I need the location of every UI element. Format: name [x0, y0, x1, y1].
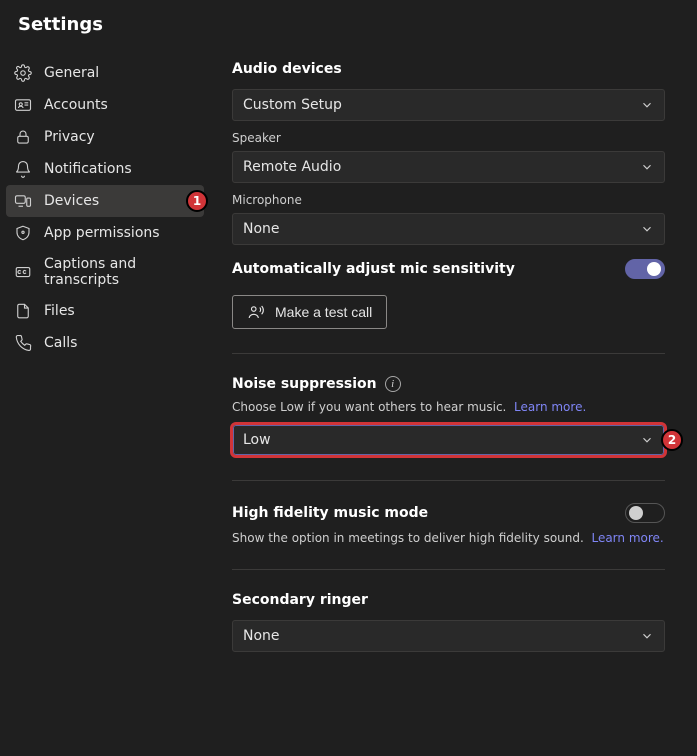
sidebar-item-calls[interactable]: Calls [6, 327, 204, 359]
sidebar-item-app-permissions[interactable]: App permissions [6, 217, 204, 249]
speaker-label: Speaker [232, 131, 665, 145]
page-title: Settings [0, 0, 697, 43]
captions-icon [14, 263, 32, 281]
info-icon[interactable]: i [385, 376, 401, 392]
speaker-select[interactable]: Remote Audio [232, 151, 665, 183]
microphone-label: Microphone [232, 193, 665, 207]
select-value: None [243, 221, 280, 237]
chevron-down-icon [640, 98, 654, 112]
sidebar-item-notifications[interactable]: Notifications [6, 153, 204, 185]
sidebar-item-label: Privacy [44, 129, 95, 145]
learn-more-link[interactable]: Learn more. [591, 531, 663, 545]
sidebar-item-label: Devices [44, 193, 99, 209]
divider [232, 569, 665, 570]
noise-description: Choose Low if you want others to hear mu… [232, 400, 506, 414]
button-label: Make a test call [275, 304, 372, 320]
select-value: Low [243, 432, 271, 448]
chevron-down-icon [640, 160, 654, 174]
gear-icon [14, 64, 32, 82]
call-icon [14, 334, 32, 352]
chevron-down-icon [640, 433, 654, 447]
lock-icon [14, 128, 32, 146]
auto-mic-label: Automatically adjust mic sensitivity [232, 261, 515, 277]
file-icon [14, 302, 32, 320]
select-value: Remote Audio [243, 159, 341, 175]
secondary-ringer-heading: Secondary ringer [232, 592, 665, 608]
secondary-ringer-select[interactable]: None [232, 620, 665, 652]
learn-more-link[interactable]: Learn more. [514, 400, 586, 414]
chevron-down-icon [640, 222, 654, 236]
select-value: Custom Setup [243, 97, 342, 113]
noise-suppression-heading: Noise suppression [232, 376, 377, 392]
hifi-heading: High fidelity music mode [232, 505, 428, 521]
devices-icon [14, 192, 32, 210]
sidebar-item-label: Captions and transcripts [44, 256, 196, 288]
sidebar-item-label: Notifications [44, 161, 132, 177]
sidebar-item-captions[interactable]: Captions and transcripts [6, 249, 204, 295]
sidebar-item-general[interactable]: General [6, 57, 204, 89]
divider [232, 480, 665, 481]
noise-suppression-select[interactable]: Low [232, 424, 665, 456]
sidebar-item-label: Files [44, 303, 75, 319]
sidebar-item-files[interactable]: Files [6, 295, 204, 327]
sidebar-item-label: Accounts [44, 97, 108, 113]
make-test-call-button[interactable]: Make a test call [232, 295, 387, 329]
accounts-icon [14, 96, 32, 114]
sidebar-item-accounts[interactable]: Accounts [6, 89, 204, 121]
chevron-down-icon [640, 629, 654, 643]
sidebar-item-devices[interactable]: Devices 1 [6, 185, 204, 217]
microphone-select[interactable]: None [232, 213, 665, 245]
callout-badge-2: 2 [661, 429, 683, 451]
sidebar-item-label: General [44, 65, 99, 81]
auto-mic-toggle[interactable] [625, 259, 665, 279]
select-value: None [243, 628, 280, 644]
sidebar-item-label: Calls [44, 335, 77, 351]
sidebar-item-label: App permissions [44, 225, 160, 241]
person-voice-icon [247, 303, 265, 321]
divider [232, 353, 665, 354]
audio-devices-heading: Audio devices [232, 61, 665, 77]
settings-sidebar: General Accounts [0, 43, 210, 756]
hifi-toggle[interactable] [625, 503, 665, 523]
settings-content: Audio devices Custom Setup Speaker Remot… [210, 43, 697, 756]
callout-badge-1: 1 [186, 190, 208, 212]
hifi-description: Show the option in meetings to deliver h… [232, 531, 584, 545]
sidebar-item-privacy[interactable]: Privacy [6, 121, 204, 153]
audio-device-select[interactable]: Custom Setup [232, 89, 665, 121]
bell-icon [14, 160, 32, 178]
shield-icon [14, 224, 32, 242]
